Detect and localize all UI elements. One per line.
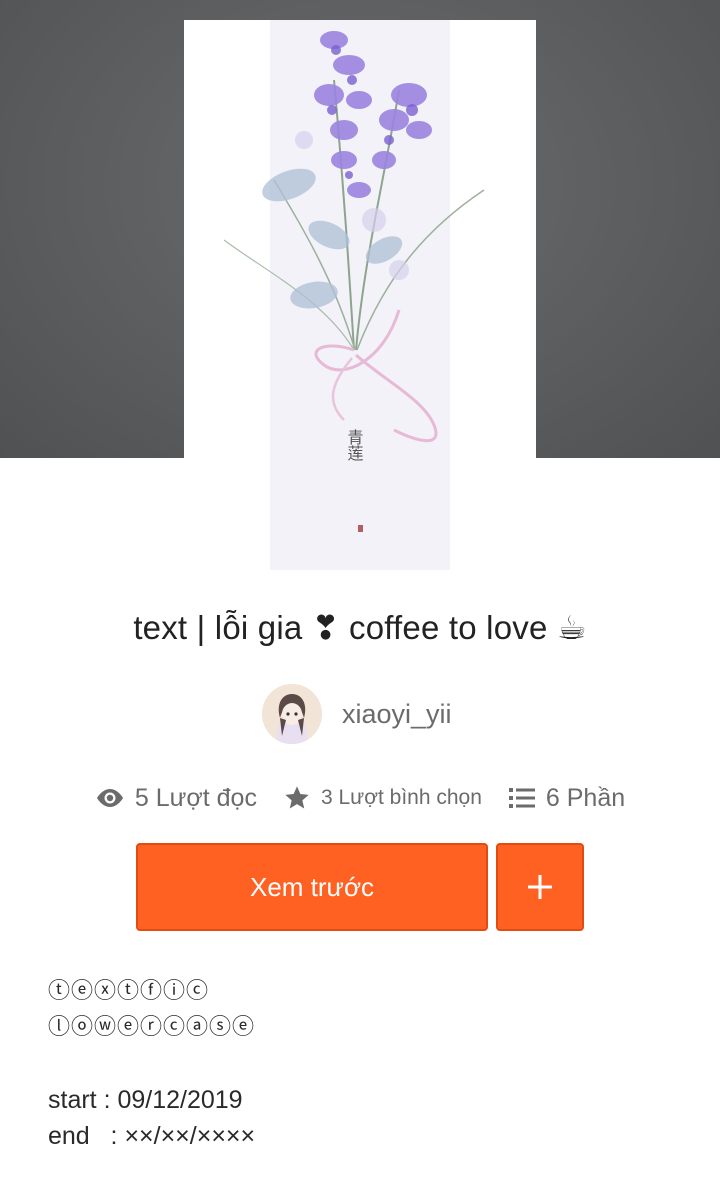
story-cover[interactable]: 青莲 <box>184 20 536 570</box>
description-spacer <box>48 1046 688 1082</box>
author-avatar[interactable] <box>262 684 322 744</box>
list-icon <box>508 788 535 808</box>
cover-artwork: 青莲 <box>184 20 536 570</box>
author-name[interactable]: xiaoyi_yii <box>342 699 452 730</box>
cover-seal-text: 青莲 <box>345 429 364 462</box>
story-stats: 5 Lượt đọc 3 Lượt bình chọn 6 Phần <box>0 778 720 818</box>
eye-icon <box>96 789 123 807</box>
stat-parts: 6 Phần <box>508 784 625 813</box>
add-to-library-button[interactable] <box>496 843 584 931</box>
story-description: ⓣⓔⓧⓣⓕⓘⓒ ⓛⓞⓦⓔⓡⓒⓐⓢⓔ start : 09/12/2019 end… <box>48 974 688 1154</box>
preview-button-label: Xem trước <box>249 871 375 902</box>
author-row[interactable]: xiaoyi_yii <box>262 684 452 744</box>
plus-icon <box>528 875 552 899</box>
description-end-date: end : ××/××/×××× <box>48 1122 256 1150</box>
star-icon <box>285 786 309 809</box>
parts-count: 6 Phần <box>545 783 626 812</box>
votes-count: 3 Lượt bình chọn <box>320 786 482 809</box>
reads-count: 5 Lượt đọc <box>134 783 257 812</box>
preview-button[interactable]: Xem trước <box>136 843 488 931</box>
story-title: text | lỗi gia ❣ coffee to love ☕ <box>133 609 587 646</box>
description-start-date: start : 09/12/2019 <box>48 1086 243 1114</box>
description-line-2: ⓛⓞⓦⓔⓡⓒⓐⓢⓔ <box>48 1015 256 1040</box>
stat-reads: 5 Lượt đọc <box>95 784 257 813</box>
description-line-1: ⓣⓔⓧⓣⓕⓘⓒ <box>48 979 210 1004</box>
stat-votes: 3 Lượt bình chọn <box>283 784 482 812</box>
